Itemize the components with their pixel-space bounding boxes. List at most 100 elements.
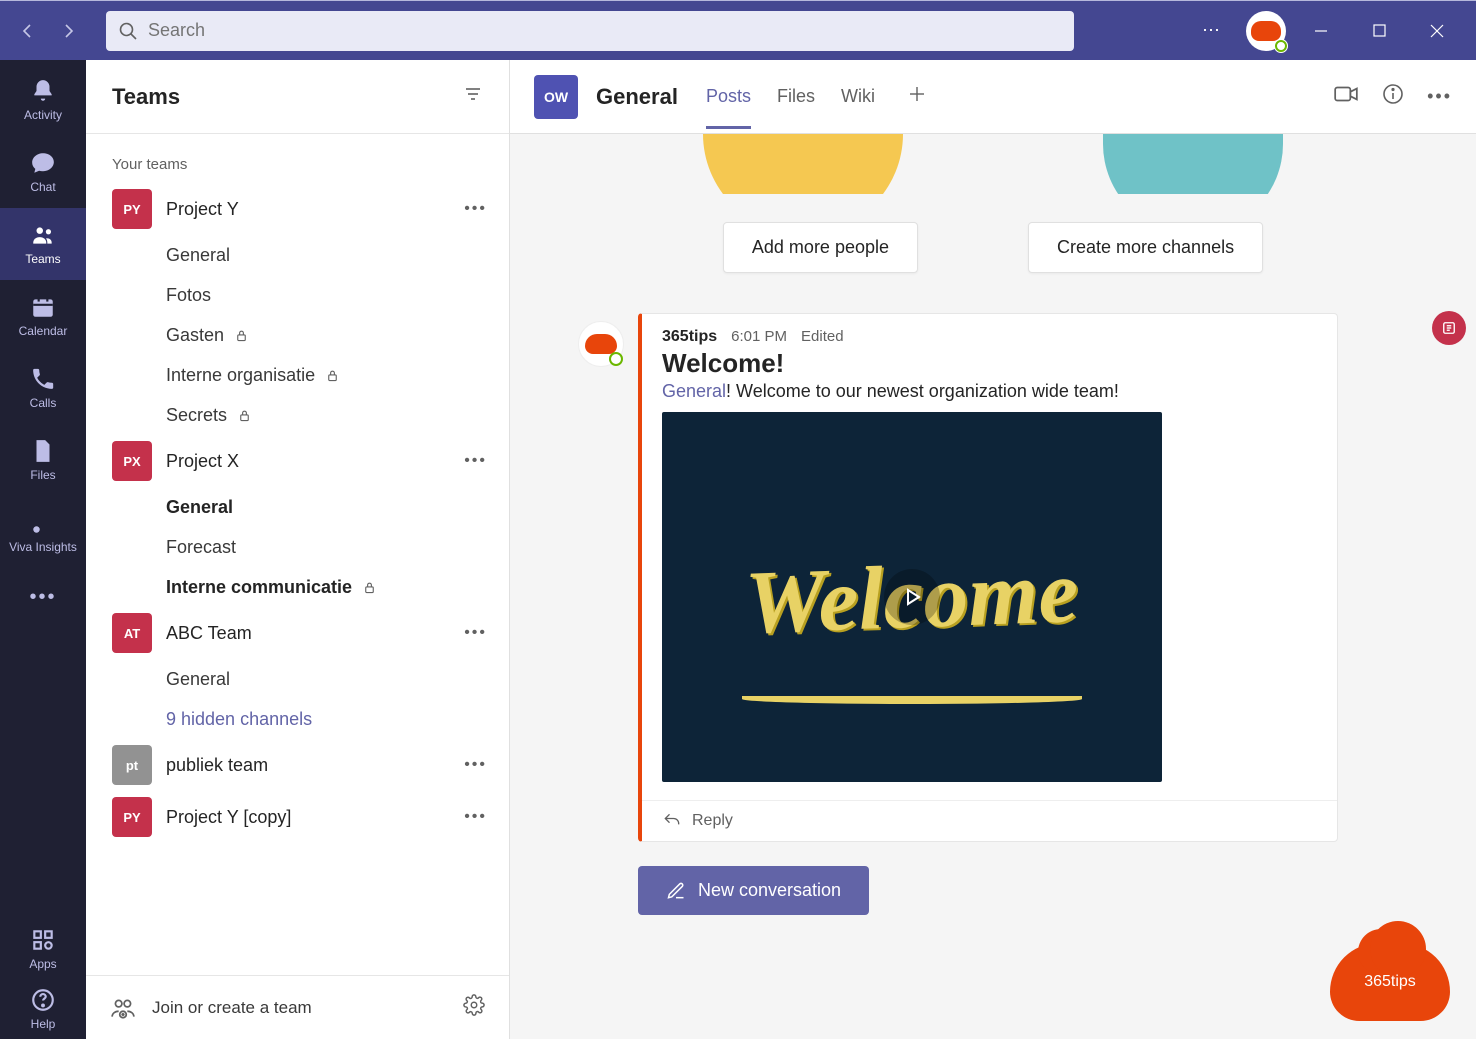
filter-button[interactable] [463, 84, 483, 109]
rail-activity[interactable]: Activity [0, 64, 86, 136]
rail-label: Teams [25, 252, 60, 266]
channel-mention[interactable]: General [662, 381, 726, 401]
teams-settings-button[interactable] [463, 994, 485, 1021]
chevron-left-icon [20, 23, 36, 39]
team-more-button[interactable]: ••• [458, 448, 493, 474]
phone-icon [30, 366, 56, 392]
channel-label: General [166, 497, 233, 518]
rail-label: Chat [30, 180, 55, 194]
rail-label: Apps [29, 957, 56, 971]
onboarding-graphics [538, 134, 1448, 194]
team-avatar: pt [112, 745, 152, 785]
rail-chat[interactable]: Chat [0, 136, 86, 208]
tab-files[interactable]: Files [777, 64, 815, 129]
channel-label: Interne communicatie [166, 577, 352, 598]
chevron-right-icon [60, 23, 76, 39]
channel-avatar: OW [534, 75, 578, 119]
play-button[interactable] [884, 569, 940, 625]
profile-avatar[interactable] [1246, 11, 1286, 51]
channel-label: Fotos [166, 285, 211, 306]
channel-label: Gasten [166, 325, 224, 346]
team-more-button[interactable]: ••• [458, 620, 493, 646]
channel-row[interactable]: Forecast [86, 527, 509, 567]
title-bar: ⋯ [0, 0, 1476, 60]
rail-label: Files [30, 468, 55, 482]
rail-files[interactable]: Files [0, 424, 86, 496]
info-icon [1381, 82, 1405, 106]
join-team-icon [110, 995, 136, 1021]
window-minimize-button[interactable] [1298, 8, 1344, 54]
search-icon [118, 21, 138, 41]
window-close-button[interactable] [1414, 8, 1460, 54]
tab-wiki[interactable]: Wiki [841, 64, 875, 129]
forward-button[interactable] [50, 13, 86, 49]
join-create-team-button[interactable]: Join or create a team [152, 998, 447, 1018]
channel-row[interactable]: General [86, 235, 509, 275]
file-icon [30, 438, 56, 464]
info-button[interactable] [1381, 82, 1405, 111]
rail-help[interactable]: Help [0, 979, 86, 1039]
new-conversation-button[interactable]: New conversation [638, 866, 869, 915]
graphic-blob-icon [1103, 134, 1283, 194]
message-author-avatar[interactable] [578, 321, 624, 367]
app-rail: Activity Chat Teams Calendar Calls Files [0, 60, 86, 1039]
channel-row[interactable]: Interne organisatie [86, 355, 509, 395]
channel-more-button[interactable]: ••• [1427, 86, 1452, 107]
channel-row[interactable]: Fotos [86, 275, 509, 315]
team-name: Project X [166, 451, 444, 472]
channel-row[interactable]: Secrets [86, 395, 509, 435]
team-row[interactable]: ATABC Team••• [86, 607, 509, 659]
video-icon [1333, 81, 1359, 107]
message-title: Welcome! [662, 348, 1317, 379]
compose-label: New conversation [698, 880, 841, 901]
tab-posts[interactable]: Posts [706, 64, 751, 129]
message-timestamp: 6:01 PM [731, 328, 787, 345]
meet-button[interactable] [1333, 81, 1359, 112]
team-name: Project Y [166, 199, 444, 220]
team-more-button[interactable]: ••• [458, 752, 493, 778]
rail-teams[interactable]: Teams [0, 208, 86, 280]
team-name: ABC Team [166, 623, 444, 644]
rail-more-button[interactable]: ••• [29, 568, 56, 627]
team-more-button[interactable]: ••• [458, 804, 493, 830]
presence-available-icon [1274, 39, 1288, 53]
team-row[interactable]: PYProject Y••• [86, 183, 509, 235]
graphic-blob-icon [703, 134, 903, 194]
add-tab-button[interactable] [901, 78, 933, 115]
search-input[interactable] [148, 20, 1062, 41]
announcement-badge-icon [1432, 311, 1466, 345]
channel-row[interactable]: General [86, 659, 509, 699]
add-people-button[interactable]: Add more people [723, 222, 918, 273]
close-icon [1430, 24, 1444, 38]
message-body-text: ! Welcome to our newest organization wid… [726, 381, 1119, 401]
team-avatar: PX [112, 441, 152, 481]
rail-label: Viva Insights [9, 540, 77, 554]
team-row[interactable]: PYProject Y [copy]••• [86, 791, 509, 843]
rail-calendar[interactable]: Calendar [0, 280, 86, 352]
viva-icon [30, 510, 56, 536]
message-author[interactable]: 365tips [662, 328, 717, 346]
rail-calls[interactable]: Calls [0, 352, 86, 424]
create-channels-button[interactable]: Create more channels [1028, 222, 1263, 273]
rail-label: Calls [30, 396, 57, 410]
title-more-button[interactable]: ⋯ [1190, 14, 1234, 47]
channel-row[interactable]: General [86, 487, 509, 527]
team-avatar: PY [112, 797, 152, 837]
search-box[interactable] [106, 11, 1074, 51]
conversation-scroll[interactable]: Add more people Create more channels [510, 134, 1476, 1039]
channel-row[interactable]: 9 hidden channels [86, 699, 509, 739]
help-icon [30, 987, 56, 1013]
window-maximize-button[interactable] [1356, 8, 1402, 54]
channel-row[interactable]: Interne communicatie [86, 567, 509, 607]
rail-viva[interactable]: Viva Insights [0, 496, 86, 568]
team-more-button[interactable]: ••• [458, 196, 493, 222]
message-body: General! Welcome to our newest organizat… [662, 381, 1317, 402]
team-row[interactable]: PX Project X ••• [86, 435, 509, 487]
rail-apps[interactable]: Apps [0, 919, 86, 979]
channel-row[interactable]: Gasten [86, 315, 509, 355]
message-attachment[interactable]: Welcome [662, 412, 1162, 782]
back-button[interactable] [10, 13, 46, 49]
bell-icon [30, 78, 56, 104]
team-row[interactable]: ptpubliek team••• [86, 739, 509, 791]
reply-button[interactable]: Reply [642, 800, 1337, 841]
